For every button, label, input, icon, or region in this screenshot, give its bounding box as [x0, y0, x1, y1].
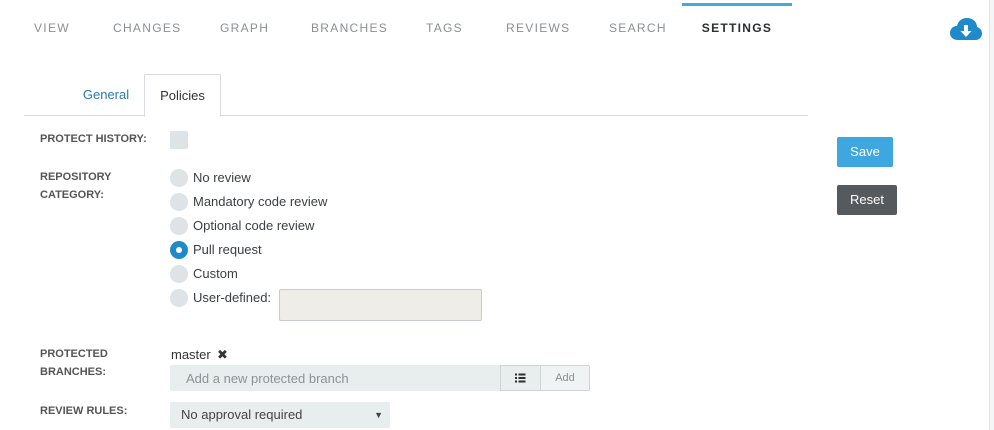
tab-tags[interactable]: TAGS	[426, 0, 463, 58]
tab-branches[interactable]: BRANCHES	[311, 0, 388, 58]
protected-branches-label: PROTECTED BRANCHES:	[40, 345, 150, 381]
settings-subtabs: General Policies	[24, 74, 808, 117]
settings-panel: VIEW CHANGES GRAPH BRANCHES TAGS REVIEWS…	[0, 0, 990, 430]
subtab-policies[interactable]: Policies	[144, 74, 221, 117]
tab-reviews[interactable]: REVIEWS	[506, 0, 570, 58]
radio-label: User-defined:	[193, 290, 272, 305]
review-rules-select[interactable]: No approval required ▼	[170, 402, 390, 428]
remove-branch-icon[interactable]: ✖	[217, 346, 228, 364]
radio-label: Mandatory code review	[193, 194, 328, 209]
cloud-download-icon[interactable]	[950, 16, 982, 42]
protected-branches-label-line2: BRANCHES:	[40, 366, 106, 378]
protected-branch-tag: master	[171, 347, 211, 362]
protect-history-checkbox[interactable]	[170, 131, 188, 149]
radio-label: No review	[193, 170, 251, 185]
tab-settings[interactable]: SETTINGS	[682, 0, 792, 58]
add-branch-button[interactable]: Add	[540, 365, 590, 391]
tab-view[interactable]: VIEW	[34, 0, 70, 58]
review-rules-selected-value: No approval required	[181, 407, 303, 422]
radio-button[interactable]	[170, 193, 188, 211]
review-rules-label: REVIEW RULES:	[40, 405, 128, 417]
tab-search[interactable]: SEARCH	[609, 0, 667, 58]
top-navigation: VIEW CHANGES GRAPH BRANCHES TAGS REVIEWS…	[0, 0, 990, 58]
list-icon	[515, 373, 526, 383]
save-button[interactable]: Save	[837, 137, 893, 167]
radio-button-selected[interactable]	[170, 241, 188, 259]
repository-category-label-line1: REPOSITORY	[40, 171, 112, 183]
radio-label: Custom	[193, 266, 238, 281]
protect-history-label: PROTECT HISTORY:	[40, 133, 147, 145]
repository-category-label-line2: CATEGORY:	[40, 189, 104, 201]
dropdown-arrow-icon: ▼	[374, 410, 383, 420]
user-defined-input[interactable]	[279, 289, 482, 321]
branch-list-button[interactable]	[500, 365, 541, 391]
radio-button[interactable]	[170, 217, 188, 235]
radio-button[interactable]	[170, 169, 188, 187]
radio-label: Optional code review	[193, 218, 315, 233]
tab-changes[interactable]: CHANGES	[113, 0, 181, 58]
protected-branch-input[interactable]	[170, 365, 500, 391]
subtab-general[interactable]: General	[68, 74, 144, 116]
radio-label: Pull request	[193, 242, 262, 257]
tab-graph[interactable]: GRAPH	[220, 0, 269, 58]
repository-category-label: REPOSITORY CATEGORY:	[40, 168, 150, 204]
protected-branches-label-line1: PROTECTED	[40, 348, 108, 360]
radio-button[interactable]	[170, 289, 188, 307]
radio-button[interactable]	[170, 265, 188, 283]
reset-button[interactable]: Reset	[837, 185, 897, 215]
